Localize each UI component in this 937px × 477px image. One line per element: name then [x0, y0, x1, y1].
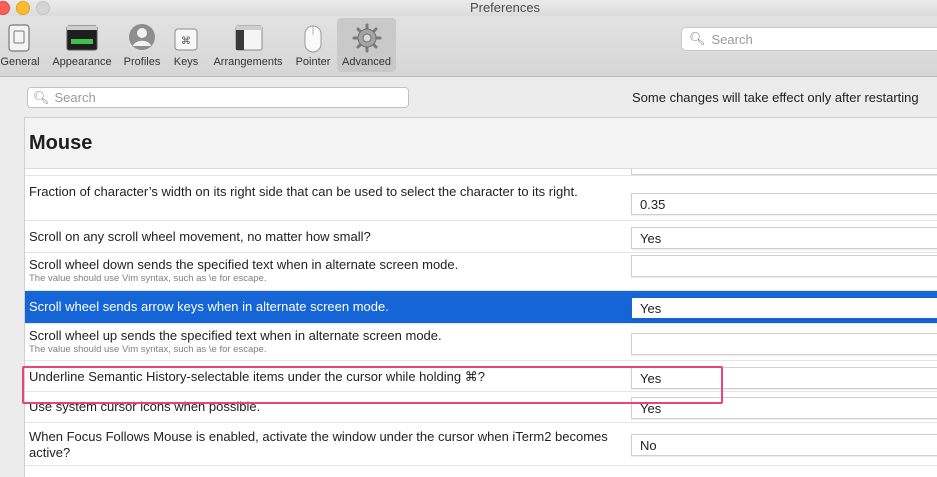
svg-text:⌘: ⌘	[181, 36, 191, 47]
table-row[interactable]: Underline Semantic History-selectable it…	[25, 361, 937, 392]
toolbar-search: 🔍︎	[681, 27, 937, 51]
setting-label: Scroll wheel up sends the specified text…	[29, 328, 629, 355]
setting-value-field[interactable]: Yes	[631, 397, 937, 419]
restart-notice: Some changes will take effect only after…	[632, 90, 919, 105]
setting-value-field[interactable]: Yes	[631, 297, 937, 319]
setting-hint: The value should use Vim syntax, such as…	[29, 273, 267, 284]
tab-appearance[interactable]: Appearance	[48, 18, 116, 72]
setting-label: When Focus Follows Mouse is enabled, act…	[29, 429, 608, 460]
setting-hint: The value should use Vim syntax, such as…	[29, 344, 267, 355]
table-row[interactable]: Scroll wheel up sends the specified text…	[25, 324, 937, 361]
table-row-partial	[25, 466, 937, 477]
setting-value-field[interactable]: No	[631, 434, 937, 456]
search-icon: 🔍︎	[33, 89, 50, 105]
general-icon	[3, 22, 37, 54]
tab-profiles[interactable]: Profiles	[120, 18, 164, 72]
profiles-icon	[125, 22, 159, 54]
settings-table: Mouse No Fraction of character’s width o…	[24, 117, 937, 477]
setting-label: Scroll on any scroll wheel movement, no …	[29, 229, 371, 244]
setting-label: Underline Semantic History-selectable it…	[29, 369, 485, 384]
table-row[interactable]: Scroll wheel down sends the specified te…	[25, 253, 937, 291]
arrangements-icon	[231, 22, 265, 54]
section-title: Mouse	[29, 132, 93, 154]
table-row[interactable]: When Focus Follows Mouse is enabled, act…	[25, 423, 937, 466]
table-row-partial: No	[25, 169, 937, 176]
tab-pointer[interactable]: Pointer	[291, 18, 335, 72]
appearance-icon	[65, 22, 99, 54]
setting-label: Scroll wheel down sends the specified te…	[29, 257, 629, 284]
table-row-selected[interactable]: Scroll wheel sends arrow keys when in al…	[25, 291, 937, 324]
pointer-icon	[296, 22, 330, 54]
setting-label: Scroll wheel sends arrow keys when in al…	[29, 299, 389, 314]
section-header-mouse: Mouse	[25, 118, 937, 169]
search-icon: 🔍︎	[689, 31, 706, 46]
table-row[interactable]: Fraction of character’s width on its rig…	[25, 176, 937, 221]
setting-value-field[interactable]: Yes	[631, 227, 937, 249]
title-bar: Preferences	[0, 0, 937, 16]
setting-value-field[interactable]: No	[631, 169, 937, 175]
preferences-toolbar: General Appearance Profiles ⌘ Keys Arran…	[0, 16, 937, 77]
tab-advanced[interactable]: Advanced	[337, 18, 396, 72]
setting-value-field[interactable]	[631, 333, 937, 355]
setting-value-field[interactable]: Yes	[631, 367, 937, 389]
tab-general[interactable]: General	[0, 18, 44, 72]
window-title: Preferences	[469, 0, 541, 15]
setting-value-field[interactable]: 0.35	[631, 193, 937, 215]
table-row[interactable]: Use system cursor icons when possible. Y…	[25, 392, 937, 423]
table-row[interactable]: Scroll on any scroll wheel movement, no …	[25, 221, 937, 253]
advanced-pane: 🔍︎ Some changes will take effect only af…	[0, 77, 937, 477]
tab-keys[interactable]: ⌘ Keys	[168, 18, 204, 72]
setting-value-field[interactable]	[631, 255, 937, 277]
setting-label: Use system cursor icons when possible.	[29, 399, 261, 414]
gear-icon	[350, 22, 384, 54]
advanced-search-input[interactable]	[52, 89, 397, 106]
keys-icon: ⌘	[169, 22, 203, 54]
tab-arrangements[interactable]: Arrangements	[208, 18, 288, 72]
setting-label: Fraction of character’s width on its rig…	[29, 184, 578, 199]
advanced-search: 🔍︎	[27, 87, 409, 108]
toolbar-search-input[interactable]	[709, 30, 934, 48]
